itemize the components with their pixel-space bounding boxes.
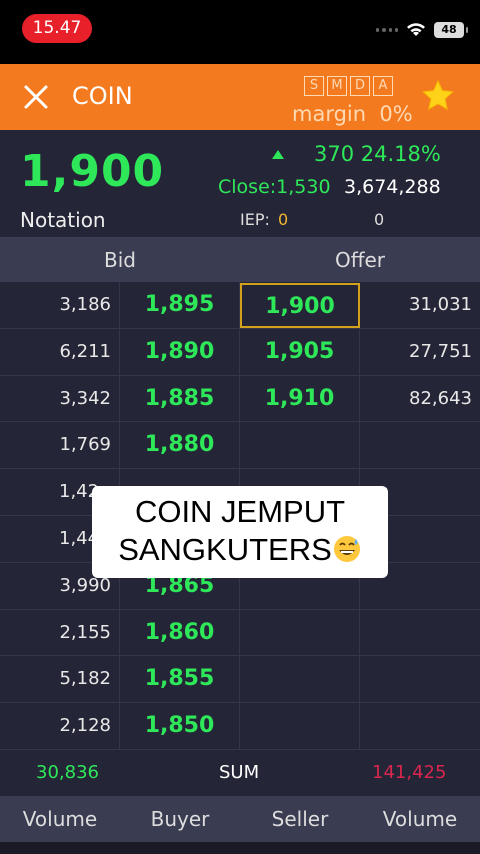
- offer-volume: [360, 703, 480, 749]
- offer-price[interactable]: 1,910: [240, 375, 360, 422]
- orderbook-row[interactable]: 3,342 1,885 1,910 82,643: [0, 375, 480, 423]
- bid-price[interactable]: 1,885: [120, 375, 240, 422]
- bid-price[interactable]: 1,855: [120, 656, 240, 703]
- sum-bar: 30,836 SUM 141,425: [0, 750, 480, 796]
- offer-header: Offer: [334, 248, 386, 272]
- bid-volume: 1,769: [0, 422, 120, 469]
- offer-price[interactable]: 1,905: [240, 328, 360, 375]
- sum-offer-total: 141,425: [372, 762, 447, 783]
- offer-volume: [360, 422, 480, 468]
- price-summary: 1,900 Notation 370 24.18% Close:1,530 3,…: [0, 130, 480, 237]
- offer-price[interactable]: [240, 422, 360, 469]
- title-bar: COIN S M D A margin 0%: [0, 64, 480, 130]
- bid-volume: 2,128: [0, 703, 120, 750]
- offer-volume: 27,751: [409, 340, 472, 362]
- bid-price[interactable]: 1,895: [120, 282, 240, 328]
- caption-overlay: COIN JEMPUT SANGKUTERS: [92, 486, 388, 578]
- close-icon: [24, 85, 48, 109]
- trade-volume-left-header: Volume: [22, 807, 98, 831]
- wifi-icon: [407, 23, 425, 36]
- badge-a: A: [373, 76, 393, 96]
- bid-volume: 2,155: [0, 609, 120, 656]
- offer-volume: [360, 656, 480, 702]
- margin-label: margin 0%: [292, 102, 413, 126]
- bid-volume: 6,211: [0, 328, 120, 375]
- grinning-sweat-emoji-icon: [333, 536, 360, 562]
- offer-price[interactable]: [240, 609, 360, 656]
- iep-value: 0: [278, 210, 289, 229]
- orderbook-row[interactable]: 6,211 1,890 1,905 27,751: [0, 328, 480, 376]
- total-volume: 3,674,288: [344, 176, 441, 198]
- offer-volume: 82,643: [409, 387, 472, 409]
- last-price: 1,900: [20, 146, 165, 197]
- orderbook-row[interactable]: 3,186 1,895 1,900 31,031: [0, 282, 480, 329]
- caption-line-2-text: SANGKUTERS: [118, 532, 332, 567]
- offer-volume: 31,031: [409, 294, 472, 315]
- price-change: 370 24.18%: [314, 142, 441, 166]
- bottom-strip: [0, 842, 480, 854]
- seller-header: Seller: [271, 807, 329, 831]
- orderbook-header: Bid Offer: [0, 237, 480, 282]
- badge-s: S: [304, 76, 324, 96]
- offer-price[interactable]: 1,900: [240, 283, 360, 328]
- buyer-header: Buyer: [150, 807, 210, 831]
- iev-value: 0: [374, 210, 385, 229]
- status-bar: 15.47 48: [0, 0, 480, 64]
- bid-price[interactable]: 1,880: [120, 422, 240, 469]
- trade-header: Volume Buyer Seller Volume: [0, 796, 480, 842]
- trade-volume-right-header: Volume: [382, 807, 458, 831]
- bid-price[interactable]: 1,850: [120, 703, 240, 750]
- close-price: Close:1,530: [218, 176, 331, 198]
- ticker-symbol: COIN: [72, 82, 133, 110]
- iep-label: IEP:: [240, 210, 270, 229]
- bid-header: Bid: [104, 248, 136, 272]
- watchlist-star-button[interactable]: [420, 78, 456, 114]
- offer-price[interactable]: [240, 656, 360, 703]
- badge-m: M: [327, 76, 347, 96]
- bid-price[interactable]: 1,890: [120, 328, 240, 375]
- close-button[interactable]: [20, 80, 52, 114]
- orderbook-row[interactable]: 1,769 1,880: [0, 422, 480, 470]
- status-time: 15.47: [22, 14, 92, 43]
- bid-volume: 3,186: [0, 282, 120, 328]
- up-arrow-icon: [272, 150, 284, 159]
- orderbook-row[interactable]: 2,155 1,860: [0, 609, 480, 657]
- signal-dots-icon: [376, 27, 398, 33]
- orderbook-row[interactable]: 2,128 1,850: [0, 703, 480, 750]
- status-indicators: 48: [376, 22, 468, 38]
- battery-indicator: 48: [434, 22, 468, 38]
- bid-volume: 5,182: [0, 656, 120, 703]
- sum-bid-total: 30,836: [36, 762, 99, 783]
- caption-line-2: SANGKUTERS: [92, 531, 388, 569]
- offer-volume: [360, 610, 480, 656]
- notation-link[interactable]: Notation: [20, 208, 106, 232]
- badge-d: D: [350, 76, 370, 96]
- caption-line-1: COIN JEMPUT: [134, 494, 346, 529]
- star-icon: [422, 79, 454, 111]
- offer-price[interactable]: [240, 703, 360, 750]
- bid-price[interactable]: 1,860: [120, 609, 240, 656]
- bid-volume: 3,342: [0, 375, 120, 422]
- status-badges: S M D A: [304, 76, 393, 96]
- sum-label: SUM: [219, 762, 260, 783]
- orderbook-row[interactable]: 5,182 1,855: [0, 656, 480, 704]
